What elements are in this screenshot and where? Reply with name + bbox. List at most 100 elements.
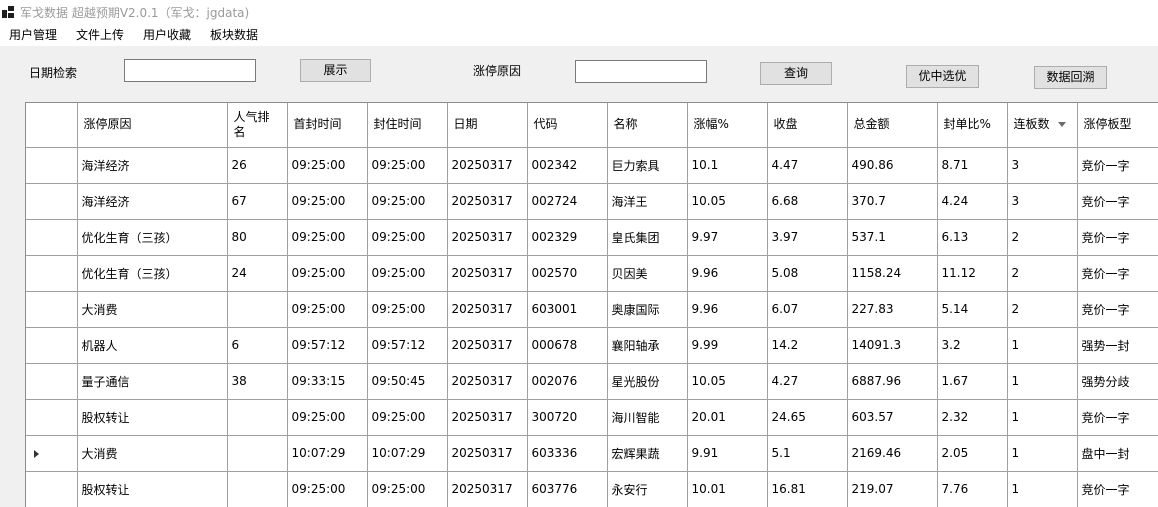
table-cell[interactable]: 6 — [227, 327, 288, 364]
table-cell[interactable]: 20250317 — [447, 219, 528, 256]
table-row[interactable]: 股权转让 09:25:00 09:25:00 20250317 300720 海川智能 20… — [26, 399, 1158, 436]
row-header[interactable] — [26, 471, 78, 507]
table-cell[interactable]: 9.99 — [687, 327, 768, 364]
table-cell[interactable]: 9.97 — [687, 219, 768, 256]
table-cell[interactable]: 盘中一封 — [1077, 435, 1158, 472]
table-cell[interactable]: 海川智能 — [607, 399, 688, 436]
table-cell[interactable]: 80 — [227, 219, 288, 256]
table-cell[interactable]: 09:33:15 — [287, 363, 368, 400]
col-close-header[interactable]: 收盘 — [767, 103, 848, 148]
table-cell[interactable]: 09:25:00 — [287, 219, 368, 256]
table-cell[interactable]: 603336 — [527, 435, 608, 472]
table-cell[interactable]: 1 — [1007, 327, 1078, 364]
menu-user-management[interactable]: 用户管理 — [0, 24, 67, 46]
table-cell[interactable]: 09:25:00 — [287, 471, 368, 507]
table-cell[interactable]: 10.05 — [687, 183, 768, 220]
table-cell[interactable]: 强势分歧 — [1077, 363, 1158, 400]
table-cell[interactable]: 10.05 — [687, 363, 768, 400]
table-cell[interactable]: 6.68 — [767, 183, 848, 220]
data-grid[interactable]: 涨停原因 人气排名 首封时间 封住时间 日期 代码 名称 涨幅% 收盘 总金额 封单比% 连板数 涨停板… — [25, 102, 1158, 507]
table-cell[interactable]: 67 — [227, 183, 288, 220]
table-cell[interactable]: 量子通信 — [77, 363, 228, 400]
table-cell[interactable]: 20250317 — [447, 255, 528, 292]
table-cell[interactable]: 09:57:12 — [287, 327, 368, 364]
table-cell[interactable]: 3 — [1007, 183, 1078, 220]
menu-file-upload[interactable]: 文件上传 — [67, 24, 134, 46]
table-cell[interactable]: 300720 — [527, 399, 608, 436]
table-cell[interactable]: 09:25:00 — [367, 399, 448, 436]
table-cell[interactable]: 5.08 — [767, 255, 848, 292]
table-cell[interactable]: 贝因美 — [607, 255, 688, 292]
col-name-header[interactable]: 名称 — [607, 103, 688, 148]
table-cell[interactable]: 002724 — [527, 183, 608, 220]
table-cell[interactable]: 603776 — [527, 471, 608, 507]
table-cell[interactable]: 6.07 — [767, 291, 848, 328]
table-cell[interactable]: 370.7 — [847, 183, 938, 220]
table-cell[interactable]: 09:50:45 — [367, 363, 448, 400]
table-cell[interactable]: 20250317 — [447, 183, 528, 220]
table-cell[interactable]: 000678 — [527, 327, 608, 364]
table-cell[interactable]: 20250317 — [447, 471, 528, 507]
table-cell[interactable]: 9.91 — [687, 435, 768, 472]
table-cell[interactable]: 5.14 — [937, 291, 1008, 328]
table-cell[interactable]: 09:25:00 — [367, 471, 448, 507]
table-cell[interactable]: 603001 — [527, 291, 608, 328]
table-row[interactable]: 大消费 09:25:00 09:25:00 20250317 603001 奥康国际 9.9… — [26, 291, 1158, 328]
data-backtrack-button[interactable]: 数据回溯 — [1034, 66, 1107, 89]
table-cell[interactable]: 09:25:00 — [367, 291, 448, 328]
table-cell[interactable]: 竞价一字 — [1077, 291, 1158, 328]
table-cell[interactable]: 09:25:00 — [287, 183, 368, 220]
row-header[interactable] — [26, 219, 78, 256]
col-limit-reason-header[interactable]: 涨停原因 — [77, 103, 228, 148]
date-search-input[interactable] — [124, 59, 256, 82]
table-cell[interactable] — [227, 471, 288, 507]
col-date-header[interactable]: 日期 — [447, 103, 528, 148]
table-cell[interactable]: 10.1 — [687, 147, 768, 184]
table-cell[interactable]: 20250317 — [447, 435, 528, 472]
col-popularity-rank-header[interactable]: 人气排名 — [227, 103, 288, 148]
table-cell[interactable]: 20250317 — [447, 147, 528, 184]
table-cell[interactable]: 38 — [227, 363, 288, 400]
table-cell[interactable]: 10.01 — [687, 471, 768, 507]
table-cell[interactable]: 20250317 — [447, 399, 528, 436]
table-cell[interactable]: 股权转让 — [77, 399, 228, 436]
table-cell[interactable]: 大消费 — [77, 291, 228, 328]
table-cell[interactable]: 海洋经济 — [77, 183, 228, 220]
table-cell[interactable]: 1.67 — [937, 363, 1008, 400]
col-total-amount-header[interactable]: 总金额 — [847, 103, 938, 148]
menu-user-favorites[interactable]: 用户收藏 — [134, 24, 201, 46]
table-cell[interactable]: 20250317 — [447, 327, 528, 364]
table-cell[interactable]: 竞价一字 — [1077, 471, 1158, 507]
query-button[interactable]: 查询 — [760, 62, 832, 85]
row-header[interactable] — [26, 399, 78, 436]
row-header[interactable] — [26, 147, 78, 184]
select-best-button[interactable]: 优中选优 — [906, 65, 979, 88]
table-cell[interactable]: 227.83 — [847, 291, 938, 328]
table-cell[interactable]: 6.13 — [937, 219, 1008, 256]
table-cell[interactable]: 09:25:00 — [367, 219, 448, 256]
row-header[interactable] — [26, 291, 78, 328]
table-cell[interactable]: 603.57 — [847, 399, 938, 436]
row-header[interactable] — [26, 255, 78, 292]
table-cell[interactable]: 20250317 — [447, 291, 528, 328]
row-header[interactable] — [26, 363, 78, 400]
table-cell[interactable]: 14.2 — [767, 327, 848, 364]
table-row[interactable]: 股权转让 09:25:00 09:25:00 20250317 603776 永安行 10.… — [26, 471, 1158, 507]
table-cell[interactable]: 襄阳轴承 — [607, 327, 688, 364]
table-row[interactable]: 量子通信 38 09:33:15 09:50:45 20250317 002076 星光股份… — [26, 363, 1158, 400]
table-cell[interactable]: 14091.3 — [847, 327, 938, 364]
table-cell[interactable]: 24.65 — [767, 399, 848, 436]
table-cell[interactable]: 2.05 — [937, 435, 1008, 472]
table-cell[interactable]: 10:07:29 — [367, 435, 448, 472]
table-cell[interactable]: 26 — [227, 147, 288, 184]
table-cell[interactable]: 09:25:00 — [287, 399, 368, 436]
table-cell[interactable]: 5.1 — [767, 435, 848, 472]
table-cell[interactable]: 2 — [1007, 255, 1078, 292]
table-cell[interactable]: 219.07 — [847, 471, 938, 507]
table-cell[interactable]: 11.12 — [937, 255, 1008, 292]
table-cell[interactable]: 8.71 — [937, 147, 1008, 184]
table-cell[interactable]: 星光股份 — [607, 363, 688, 400]
table-cell[interactable]: 3.2 — [937, 327, 1008, 364]
table-cell[interactable]: 09:25:00 — [367, 147, 448, 184]
table-row[interactable]: 优化生育（三孩） 24 09:25:00 09:25:00 20250317 002570… — [26, 255, 1158, 292]
